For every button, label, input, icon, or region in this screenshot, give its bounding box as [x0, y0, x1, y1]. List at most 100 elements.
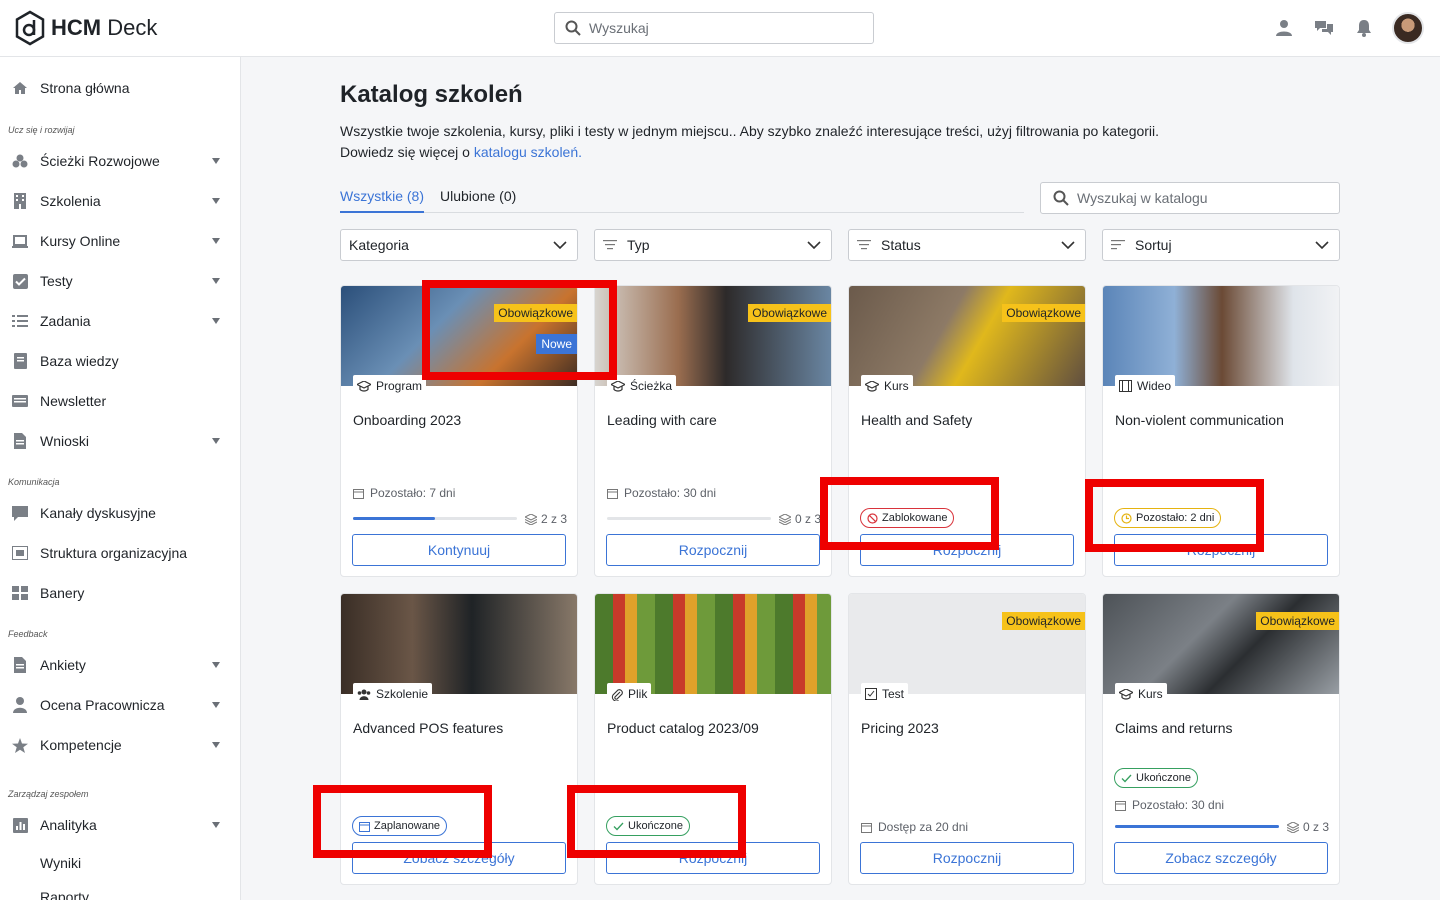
time-left: Pozostało: 7 dni: [353, 486, 455, 500]
bell-icon[interactable]: [1352, 16, 1376, 40]
continue-button[interactable]: Kontynuuj: [352, 534, 566, 566]
sidebar-label: Newsletter: [40, 393, 107, 409]
sidebar-label: Ścieżki Rozwojowe: [40, 153, 160, 169]
sidebar: Strona główna Ucz się i rozwijaj Ścieżki…: [0, 57, 241, 900]
sidebar-item-tasks[interactable]: Zadania: [0, 303, 240, 339]
mandatory-badge: Obowiązkowe: [748, 304, 831, 322]
sidebar-label: Banery: [40, 585, 85, 601]
sidebar-item-org-structure[interactable]: Struktura organizacyjna: [0, 535, 240, 571]
progress-count-label: 0 z 3: [795, 512, 822, 526]
user-avatar[interactable]: [1392, 12, 1424, 44]
course-title: Advanced POS features: [353, 720, 504, 736]
check-icon: [1121, 774, 1132, 782]
chevron-down-icon: [212, 822, 220, 828]
sidebar-item-knowledge[interactable]: Baza wiedzy: [0, 343, 240, 379]
logo-icon: [15, 10, 45, 46]
access-info: Dostęp za 20 dni: [861, 820, 968, 834]
chat-icon[interactable]: [1312, 16, 1336, 40]
progress-fill: [353, 517, 435, 520]
app-logo[interactable]: HCM Deck: [15, 10, 157, 46]
sidebar-item-analytics[interactable]: Analityka: [0, 807, 240, 843]
filter-status[interactable]: Status: [848, 229, 1086, 261]
course-title: Non-violent communication: [1115, 412, 1284, 428]
status-label: Zablokowane: [882, 512, 948, 524]
chevron-down-icon: [1061, 241, 1075, 249]
user-icon[interactable]: [1272, 16, 1296, 40]
chevron-down-icon: [212, 238, 220, 244]
status-label: Pozostało: 2 dni: [1136, 512, 1215, 524]
search-icon: [565, 20, 581, 36]
course-thumbnail: [595, 594, 831, 694]
course-card[interactable]: Obowiązkowe Test Pricing 2023 Dostęp za …: [848, 593, 1086, 885]
sidebar-item-trainings[interactable]: Szkolenia: [0, 183, 240, 219]
tab-favorites[interactable]: Ulubione (0): [440, 185, 516, 213]
sidebar-item-surveys[interactable]: Ankiety: [0, 647, 240, 683]
type-chip: Plik: [607, 683, 652, 705]
course-card[interactable]: Plik Product catalog 2023/09 Ukończone R…: [594, 593, 832, 885]
sidebar-section-feedback: Feedback: [8, 629, 48, 639]
start-button[interactable]: Rozpocznij: [606, 842, 820, 874]
tab-all[interactable]: Wszystkie (8): [340, 185, 424, 213]
chat-bubble-icon: [12, 505, 28, 521]
type-label: Plik: [628, 687, 648, 701]
filter-category[interactable]: Kategoria: [340, 229, 578, 261]
status-badge: Ukończone: [1114, 768, 1199, 788]
progress-count-label: 0 z 3: [1303, 820, 1330, 834]
type-chip: Kurs: [861, 375, 913, 397]
sidebar-item-newsletter[interactable]: Newsletter: [0, 383, 240, 419]
start-button[interactable]: Rozpocznij: [860, 534, 1074, 566]
catalog-search-input[interactable]: Wyszukaj w katalogu: [1040, 182, 1340, 214]
sidebar-item-tests[interactable]: Testy: [0, 263, 240, 299]
progress-bar: [1115, 825, 1279, 828]
status-label: Ukończone: [1136, 772, 1192, 784]
time-left: Pozostało: 30 dni: [607, 486, 716, 500]
course-title: Health and Safety: [861, 412, 973, 428]
sidebar-label: Ocena Pracownicza: [40, 697, 165, 713]
employee-icon: [12, 697, 28, 713]
course-card[interactable]: Obowiązkowe Ścieżka Leading with care Po…: [594, 285, 832, 577]
filter-sort[interactable]: Sortuj: [1102, 229, 1340, 261]
layers-icon: [1287, 821, 1299, 833]
sidebar-item-channels[interactable]: Kanały dyskusyjne: [0, 495, 240, 531]
sidebar-item-home[interactable]: Strona główna: [0, 70, 240, 106]
page-description: Wszystkie twoje szkolenia, kursy, pliki …: [340, 121, 1240, 163]
course-card[interactable]: Wideo Non-violent communication Pozostał…: [1102, 285, 1340, 577]
sidebar-subitem-reports[interactable]: Raporty: [40, 889, 89, 900]
paperclip-icon: [611, 688, 623, 701]
sidebar-section-communication: Komunikacja: [8, 477, 60, 487]
sidebar-item-banners[interactable]: Banery: [0, 575, 240, 611]
course-card[interactable]: Szkolenie Advanced POS features Zaplanow…: [340, 593, 578, 885]
details-button[interactable]: Zobacz szczegóły: [352, 842, 566, 874]
sidebar-item-requests[interactable]: Wnioski: [0, 423, 240, 459]
laptop-icon: [12, 233, 28, 249]
global-search-input[interactable]: Wyszukaj: [554, 12, 874, 44]
start-button[interactable]: Rozpocznij: [1114, 534, 1328, 566]
catalog-help-link[interactable]: katalogu szkoleń.: [474, 144, 582, 160]
sidebar-subitem-results[interactable]: Wyniki: [40, 855, 81, 871]
calendar-icon: [607, 488, 618, 499]
chevron-down-icon: [1315, 241, 1329, 249]
sidebar-item-paths[interactable]: Ścieżki Rozwojowe: [0, 143, 240, 179]
chevron-down-icon: [807, 241, 821, 249]
details-button[interactable]: Zobacz szczegóły: [1114, 842, 1328, 874]
top-icons: [1272, 12, 1424, 44]
chevron-down-icon: [212, 662, 220, 668]
sidebar-label: Kursy Online: [40, 233, 121, 249]
type-chip: Ścieżka: [607, 375, 677, 397]
type-label: Ścieżka: [630, 379, 673, 393]
course-card[interactable]: Obowiązkowe Kurs Claims and returns Ukoń…: [1102, 593, 1340, 885]
sidebar-item-competences[interactable]: Kompetencje: [0, 727, 240, 763]
progress-bar: [353, 517, 517, 520]
start-button[interactable]: Rozpocznij: [606, 534, 820, 566]
course-card[interactable]: Obowiązkowe Kurs Health and Safety Zablo…: [848, 285, 1086, 577]
filter-label: Sortuj: [1135, 237, 1172, 253]
start-button[interactable]: Rozpocznij: [860, 842, 1074, 874]
sidebar-item-evaluation[interactable]: Ocena Pracownicza: [0, 687, 240, 723]
sidebar-item-online-courses[interactable]: Kursy Online: [0, 223, 240, 259]
progress-count: 0 z 3: [779, 512, 821, 526]
check-icon: [613, 822, 624, 830]
course-card[interactable]: Obowiązkowe Nowe Program Onboarding 2023…: [340, 285, 578, 577]
filter-type[interactable]: Typ: [594, 229, 832, 261]
top-bar: HCM Deck Wyszukaj: [0, 0, 1440, 57]
course-thumbnail: [849, 594, 1085, 694]
